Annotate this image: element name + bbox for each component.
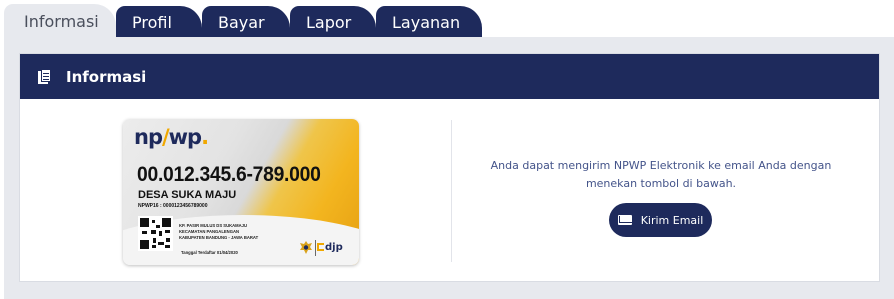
card-header: Informasi bbox=[20, 54, 879, 99]
send-email-button[interactable]: Kirim Email bbox=[609, 203, 712, 237]
npwp-logo: np/wp. bbox=[134, 125, 209, 149]
tab-label: Bayar bbox=[218, 12, 265, 32]
npwp-card-image: np/wp. 00.012.345.6-789.000 DESA SUKA MA… bbox=[123, 119, 359, 265]
tab-label: Informasi bbox=[24, 11, 99, 31]
tab-bayar[interactable]: Bayar bbox=[202, 6, 290, 38]
npwp16-number: NPWP16 : 0000123456789000 bbox=[138, 203, 208, 209]
email-info-text: Anda dapat mengirim NPWP Elektronik ke e… bbox=[490, 159, 832, 190]
info-card: Informasi np/wp. 00.012.345.6-789.000 DE… bbox=[19, 53, 880, 282]
qr-code-icon bbox=[138, 216, 173, 251]
send-email-label: Kirim Email bbox=[640, 213, 704, 227]
taxpayer-address: KP. PASIR MULUS DS SUKAMAJU KECAMATAN PA… bbox=[179, 223, 259, 240]
tab-label: Profil bbox=[132, 12, 172, 32]
djp-logo: djp bbox=[317, 242, 343, 253]
npwp-number: 00.012.345.6-789.000 bbox=[137, 163, 321, 186]
tab-label: Layanan bbox=[392, 12, 461, 32]
tab-bar: Informasi Profil Bayar Lapor Layanan bbox=[0, 0, 894, 38]
tab-layanan[interactable]: Layanan bbox=[376, 6, 482, 38]
tab-lapor[interactable]: Lapor bbox=[290, 6, 376, 38]
taxpayer-name: DESA SUKA MAJU bbox=[138, 189, 237, 201]
garuda-emblem-icon bbox=[300, 241, 312, 254]
tab-label: Lapor bbox=[306, 12, 352, 32]
document-copy-icon bbox=[38, 68, 54, 85]
tab-panel: Informasi np/wp. 00.012.345.6-789.000 DE… bbox=[4, 37, 894, 299]
registration-date: Tanggal Terdaftar 01/04/2020 bbox=[181, 250, 238, 255]
envelope-icon bbox=[617, 215, 632, 225]
column-divider bbox=[451, 120, 452, 262]
tab-profil[interactable]: Profil bbox=[116, 6, 202, 38]
tab-informasi[interactable]: Informasi bbox=[4, 4, 116, 38]
card-title: Informasi bbox=[66, 67, 147, 86]
